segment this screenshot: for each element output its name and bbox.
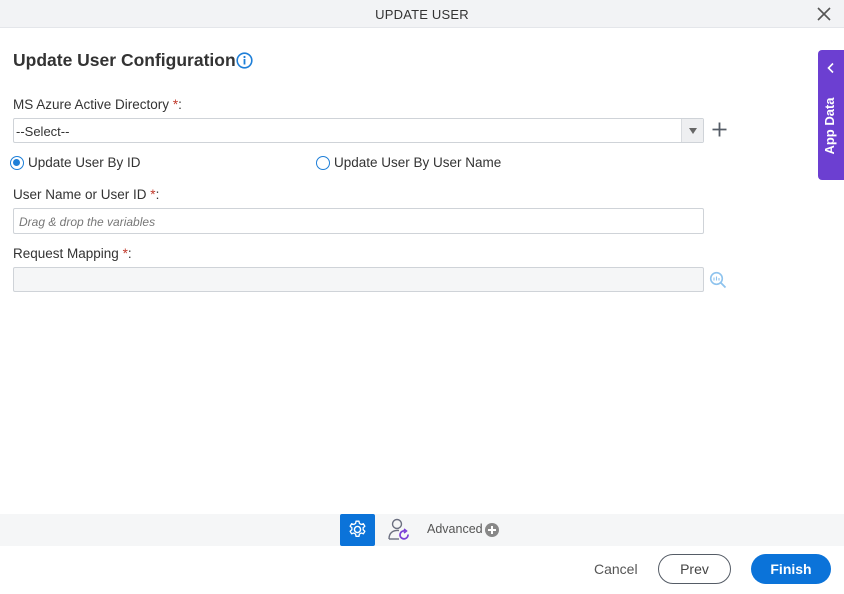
cancel-button[interactable]: Cancel (594, 561, 638, 577)
request-mapping-input[interactable] (13, 267, 704, 292)
add-directory-button[interactable] (711, 121, 728, 138)
user-refresh-icon (388, 518, 409, 540)
settings-tab-button[interactable] (340, 514, 375, 546)
directory-label-text: MS Azure Active Directory (13, 97, 170, 112)
user-id-input[interactable]: Drag & drop the variables (13, 208, 704, 234)
directory-select[interactable]: --Select-- (13, 118, 704, 143)
prev-button[interactable]: Prev (658, 554, 731, 584)
dialog-title: UPDATE USER (375, 7, 469, 22)
info-icon[interactable] (236, 52, 253, 69)
request-mapping-label: Request Mapping *: (13, 246, 132, 261)
directory-select-value: --Select-- (16, 124, 70, 139)
user-id-placeholder: Drag & drop the variables (19, 215, 156, 229)
close-button[interactable] (814, 4, 834, 24)
page-title: Update User Configuration (13, 50, 236, 70)
chevron-left-icon (827, 62, 834, 74)
finish-button[interactable]: Finish (751, 554, 831, 584)
footer-tab-bar (0, 514, 844, 546)
user-id-label: User Name or User ID *: (13, 187, 159, 202)
radio-update-by-id[interactable] (10, 156, 24, 170)
request-mapping-label-text: Request Mapping (13, 246, 119, 261)
label-suffix: : (155, 187, 160, 202)
app-data-label: App Data (822, 97, 837, 155)
dialog-header: UPDATE USER (0, 0, 844, 28)
app-data-panel-toggle[interactable]: App Data (818, 50, 844, 180)
user-refresh-tab-button[interactable] (386, 517, 412, 543)
directory-label: MS Azure Active Directory *: (13, 97, 182, 112)
label-suffix: : (178, 97, 182, 112)
close-icon (817, 7, 831, 21)
radio-label-update-by-username[interactable]: Update User By User Name (334, 155, 501, 170)
plus-icon (712, 122, 727, 137)
radio-update-by-username[interactable] (316, 156, 330, 170)
radio-label-update-by-id[interactable]: Update User By ID (28, 155, 141, 170)
label-suffix: : (127, 246, 132, 261)
dropdown-arrow-icon[interactable] (681, 119, 703, 142)
plus-circle-icon[interactable] (485, 523, 499, 537)
mapping-search-icon[interactable] (709, 271, 727, 289)
advanced-tab[interactable]: Advanced (427, 522, 483, 536)
gear-icon (349, 520, 366, 537)
user-id-label-text: User Name or User ID (13, 187, 147, 202)
